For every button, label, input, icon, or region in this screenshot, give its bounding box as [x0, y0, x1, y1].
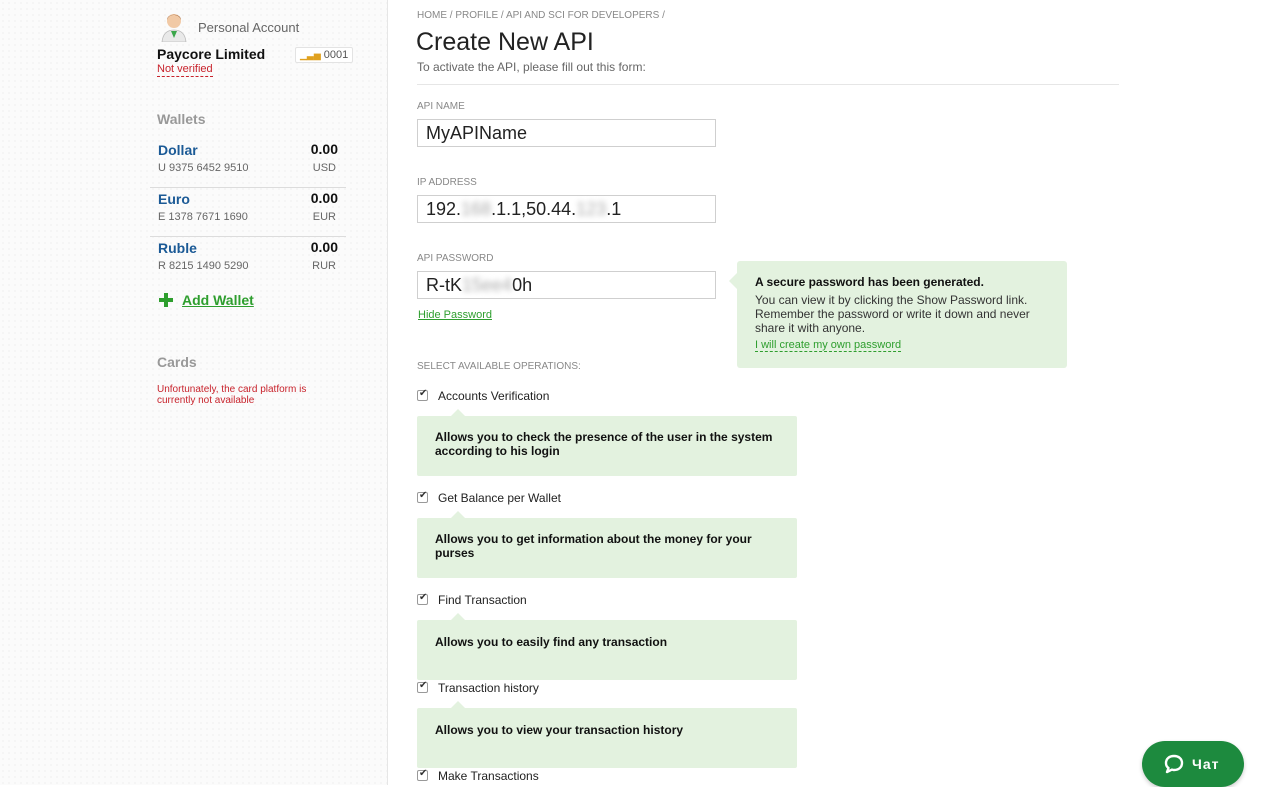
wallet-amount: 0.00: [310, 141, 338, 157]
operation-description: Allows you to view your transaction hist…: [417, 701, 797, 768]
add-wallet-label[interactable]: Add Wallet: [182, 292, 254, 308]
wallet-name[interactable]: Dollar: [158, 142, 198, 158]
page-title: Create New API: [416, 28, 594, 56]
user-avatar-icon: [161, 14, 187, 42]
api-password-input[interactable]: R-tK15ee40h: [417, 271, 716, 299]
account-type-label: Personal Account: [198, 20, 300, 35]
operation-checkbox[interactable]: [417, 680, 428, 693]
tooltip-title: A secure password has been generated.: [755, 275, 984, 289]
tooltip-body: You can view it by clicking the Show Pas…: [755, 293, 1030, 335]
chat-bubble-icon: [1164, 754, 1184, 774]
wallet-row[interactable]: Euro E 1378 7671 1690 0.00 EUR: [150, 187, 346, 237]
ip-text: .1.1,50.44.: [491, 199, 577, 219]
wallet-currency: RUR: [312, 260, 336, 272]
password-text: 0h: [512, 275, 533, 295]
chat-button[interactable]: Чат: [1142, 741, 1244, 787]
breadcrumb-api-sci[interactable]: API AND SCI FOR DEVELOPERS: [506, 10, 659, 21]
api-name-label: API NAME: [417, 101, 465, 112]
wallets-heading: Wallets: [157, 111, 206, 127]
wallet-number: U 9375 6452 9510: [158, 162, 249, 174]
password-value: R-tK15ee40h: [426, 275, 532, 296]
wallet-number: E 1378 7671 1690: [158, 211, 248, 223]
operation-label[interactable]: Get Balance per Wallet: [438, 491, 561, 505]
api-name-input[interactable]: [417, 119, 716, 147]
cards-unavailable-message: Unfortunately, the card platform is curr…: [157, 384, 307, 406]
bar-chart-icon: ▁▃▅: [300, 50, 321, 60]
plus-icon: [158, 292, 174, 308]
breadcrumb: HOME / PROFILE / API AND SCI FOR DEVELOP…: [417, 10, 665, 21]
operation-description: Allows you to check the presence of the …: [417, 409, 797, 476]
password-blurred-segment: 15ee4: [462, 275, 513, 295]
breadcrumb-profile[interactable]: PROFILE: [455, 10, 498, 21]
ip-blurred-segment: 123: [576, 199, 607, 219]
wallet-number: R 8215 1490 5290: [158, 260, 249, 272]
password-text: R-tK: [426, 275, 462, 295]
breadcrumb-home[interactable]: HOME: [417, 10, 447, 21]
api-password-label: API PASSWORD: [417, 253, 494, 264]
operation-label[interactable]: Find Transaction: [438, 593, 527, 607]
create-own-password-link[interactable]: I will create my own password: [755, 339, 902, 352]
operation-checkbox[interactable]: [417, 490, 428, 503]
operation-description: Allows you to easily find any transactio…: [417, 613, 797, 680]
page-subtitle: To activate the API, please fill out thi…: [417, 60, 646, 74]
wallet-name[interactable]: Euro: [158, 191, 190, 207]
operation-description: Allows you to get information about the …: [417, 511, 797, 578]
wallet-amount: 0.00: [310, 239, 338, 255]
wallet-currency: USD: [312, 162, 336, 174]
ip-text: .1: [606, 199, 622, 219]
ip-address-input[interactable]: 192.168.1.1,50.44.123.1: [417, 195, 716, 223]
operations-label: SELECT AVAILABLE OPERATIONS:: [417, 361, 581, 372]
password-tooltip: A secure password has been generated. Yo…: [729, 261, 1067, 368]
ip-blurred-segment: 168: [461, 199, 492, 219]
wallet-amount: 0.00: [310, 190, 338, 206]
operation-label[interactable]: Transaction history: [438, 681, 539, 695]
operation-checkbox[interactable]: [417, 768, 428, 781]
company-name: Paycore Limited: [157, 46, 266, 62]
ip-address-label: IP ADDRESS: [417, 177, 477, 188]
ip-text: 192.: [426, 199, 462, 219]
operation-label[interactable]: Accounts Verification: [438, 389, 549, 403]
chat-label: Чат: [1192, 756, 1220, 772]
rank-value: 0001: [323, 49, 349, 61]
wallet-row[interactable]: Dollar U 9375 6452 9510 0.00 USD: [150, 138, 346, 188]
wallet-name[interactable]: Ruble: [158, 240, 197, 256]
operation-label[interactable]: Make Transactions: [438, 769, 539, 783]
sidebar: Personal Account Paycore Limited Not ver…: [0, 0, 388, 785]
wallet-currency: EUR: [312, 211, 336, 223]
verification-status-link[interactable]: Not verified: [157, 63, 213, 77]
wallet-row[interactable]: Ruble R 8215 1490 5290 0.00 RUR: [150, 236, 346, 285]
operation-checkbox[interactable]: [417, 388, 428, 401]
hide-password-link[interactable]: Hide Password: [418, 309, 492, 321]
cards-heading: Cards: [157, 354, 197, 370]
operation-checkbox[interactable]: [417, 592, 428, 605]
rank-badge: ▁▃▅ 0001: [295, 47, 354, 63]
divider: [417, 84, 1119, 85]
